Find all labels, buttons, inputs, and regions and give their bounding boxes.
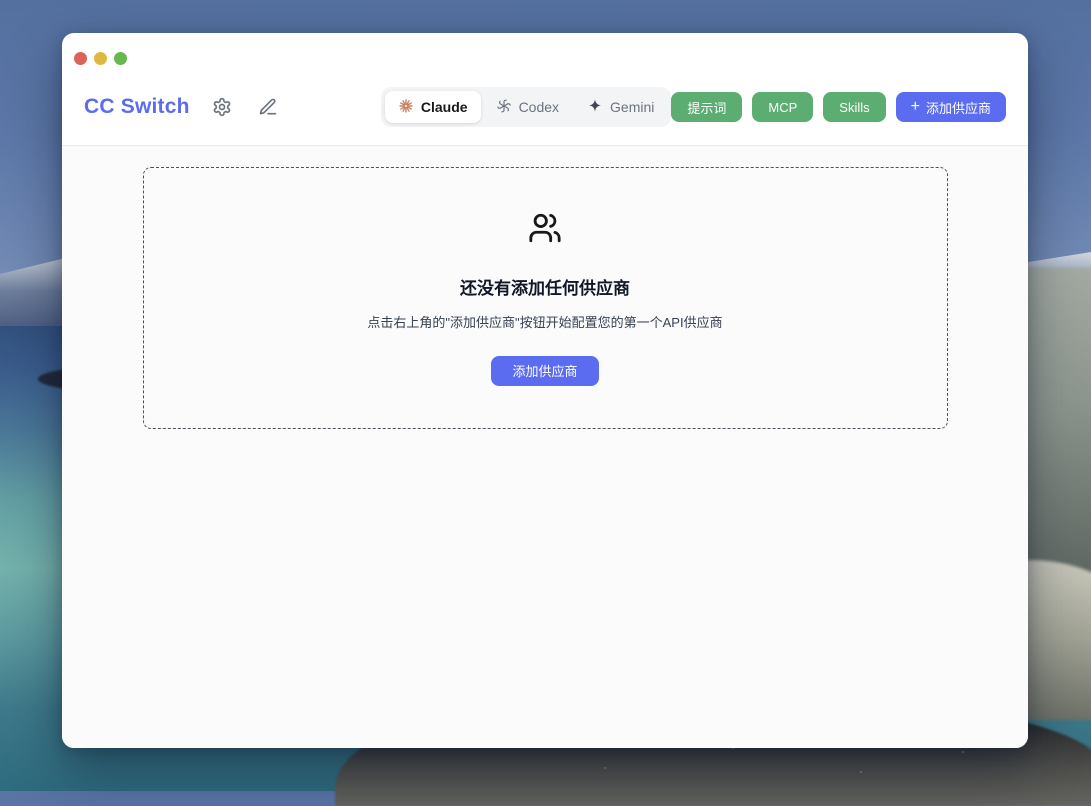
window-titlebar	[62, 33, 1028, 73]
app-header: CC Switch	[84, 85, 1006, 129]
empty-state-description: 点击右上角的"添加供应商"按钮开始配置您的第一个API供应商	[367, 312, 722, 331]
claude-starburst-icon	[398, 98, 414, 117]
provider-app-switcher: Claude Codex	[381, 87, 672, 127]
tab-claude[interactable]: Claude	[385, 91, 481, 123]
tab-gemini-label: Gemini	[610, 99, 654, 115]
add-provider-button[interactable]: + 添加供应商	[896, 92, 1006, 122]
add-provider-label: 添加供应商	[926, 98, 991, 117]
close-window-button[interactable]	[74, 52, 87, 65]
app-title: CC Switch	[84, 95, 190, 119]
minimize-window-button[interactable]	[94, 52, 107, 65]
tab-codex[interactable]: Codex	[483, 91, 572, 123]
settings-button[interactable]	[208, 93, 236, 121]
edit-button[interactable]	[254, 93, 282, 121]
skills-button[interactable]: Skills	[823, 92, 885, 122]
app-window: CC Switch	[62, 33, 1028, 748]
pen-icon	[258, 97, 278, 117]
tab-claude-label: Claude	[421, 99, 468, 115]
zoom-window-button[interactable]	[114, 52, 127, 65]
mcp-button[interactable]: MCP	[752, 92, 813, 122]
tab-gemini[interactable]: Gemini	[574, 91, 667, 123]
main-content: 还没有添加任何供应商 点击右上角的"添加供应商"按钮开始配置您的第一个API供应…	[62, 146, 1028, 748]
plus-icon: +	[911, 99, 920, 115]
tab-codex-label: Codex	[519, 99, 559, 115]
gemini-sparkle-icon	[587, 98, 603, 117]
openai-icon	[496, 98, 512, 117]
prompts-button[interactable]: 提示词	[671, 92, 742, 122]
empty-state-title: 还没有添加任何供应商	[460, 274, 630, 299]
empty-state-add-provider-button[interactable]: 添加供应商	[491, 356, 598, 386]
empty-provider-dropzone: 还没有添加任何供应商 点击右上角的"添加供应商"按钮开始配置您的第一个API供应…	[143, 167, 948, 429]
users-icon	[528, 211, 562, 250]
gear-icon	[212, 97, 232, 117]
